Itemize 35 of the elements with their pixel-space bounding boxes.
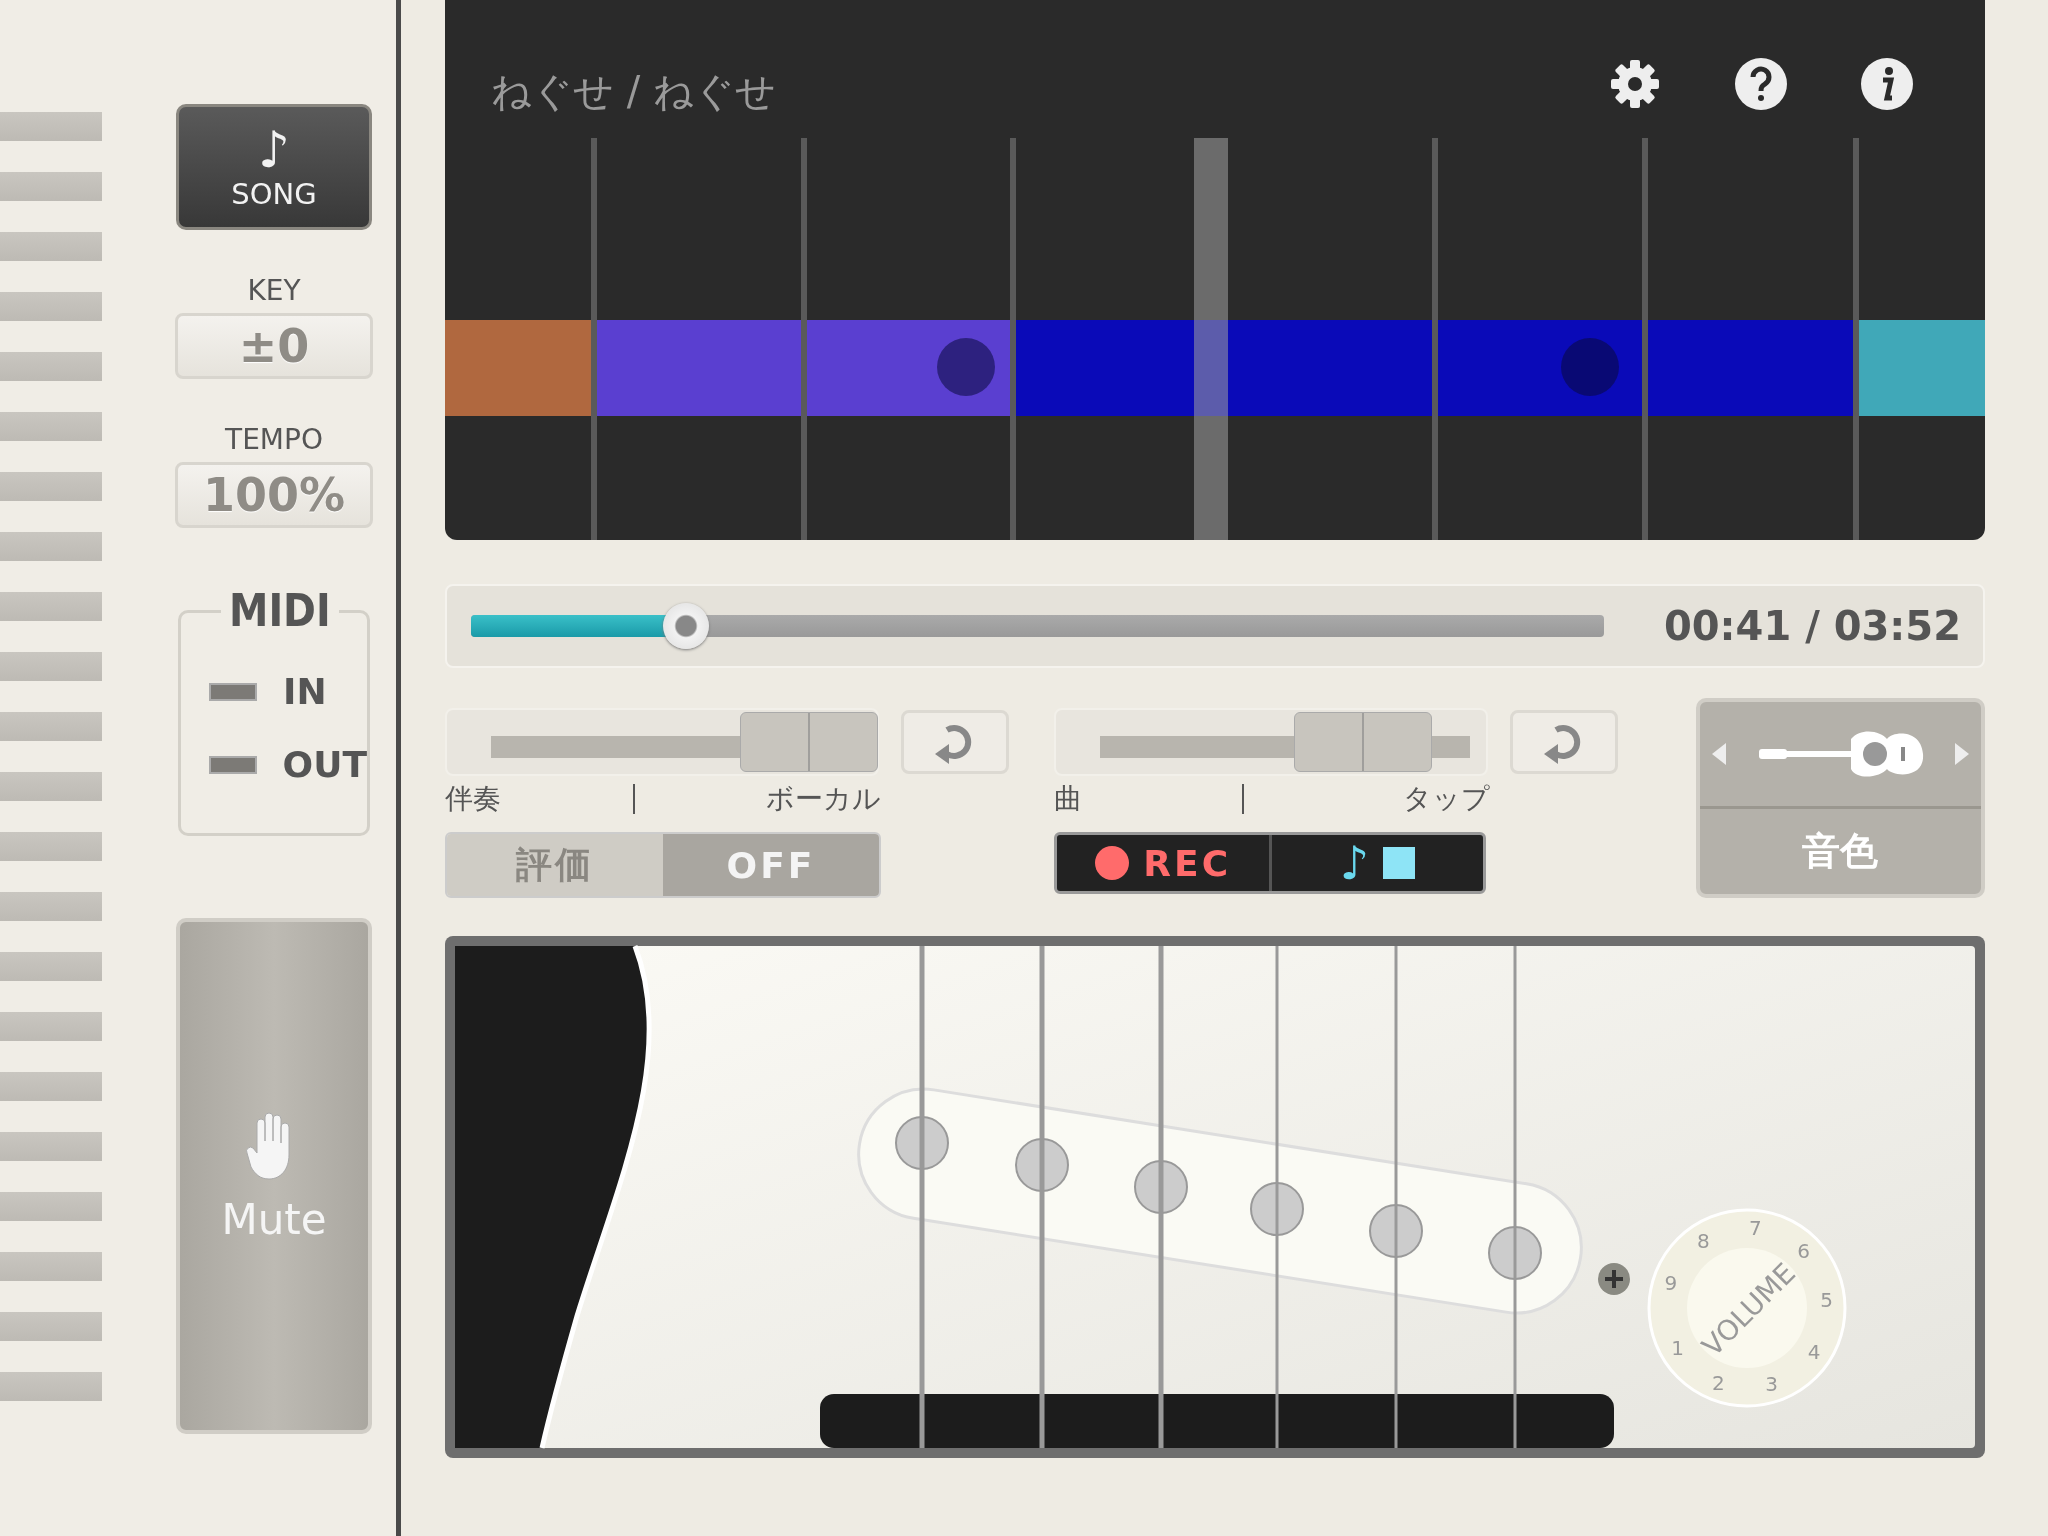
progress-track[interactable] [471, 601, 1604, 651]
reset-button[interactable] [901, 710, 1009, 774]
evaluation-switch[interactable]: 評価 OFF [445, 832, 881, 898]
mute-button[interactable]: Mute [176, 918, 372, 1434]
midi-port-label: IN [283, 671, 327, 712]
note-marker [937, 338, 995, 396]
switch-option[interactable]: 評価 [447, 834, 663, 896]
switch-option[interactable]: OFF [663, 834, 879, 896]
tempo-value[interactable]: 100% [175, 462, 373, 528]
stop-icon [1383, 847, 1416, 879]
reset-button[interactable] [1510, 710, 1619, 774]
screw-icon [1598, 1263, 1630, 1295]
record-icon [1095, 846, 1130, 880]
info-icon[interactable] [1859, 56, 1915, 112]
record-button[interactable]: REC [1057, 835, 1269, 891]
help-icon[interactable] [1733, 56, 1789, 112]
slider-label: タップ [1403, 781, 1491, 817]
progress-thumb[interactable] [663, 603, 710, 649]
song-title: ねぐせ / ねぐせ [491, 67, 776, 116]
slider-thumb[interactable] [1293, 712, 1432, 772]
balance-slider[interactable] [445, 708, 879, 776]
tone-button[interactable]: 音色 [1699, 809, 1981, 894]
key-label: KEY [247, 274, 301, 307]
midi-port-label: OUT [282, 744, 367, 785]
slider-label: ボーカル [766, 781, 881, 817]
next-arrow[interactable] [1953, 741, 1971, 767]
slider-label: 曲 [1054, 781, 1083, 817]
time-display: 00:41 / 03:52 [1663, 603, 1961, 649]
song-button[interactable]: ♪ SONG [176, 104, 372, 230]
tempo-label: TEMPO [225, 423, 323, 456]
slider-thumb[interactable] [740, 712, 879, 772]
balance-slider[interactable] [1054, 708, 1489, 776]
slider-label: 伴奏 [445, 781, 501, 817]
key-value[interactable]: ±0 [175, 313, 373, 379]
play-stop-button[interactable]: ♪ [1268, 835, 1484, 891]
